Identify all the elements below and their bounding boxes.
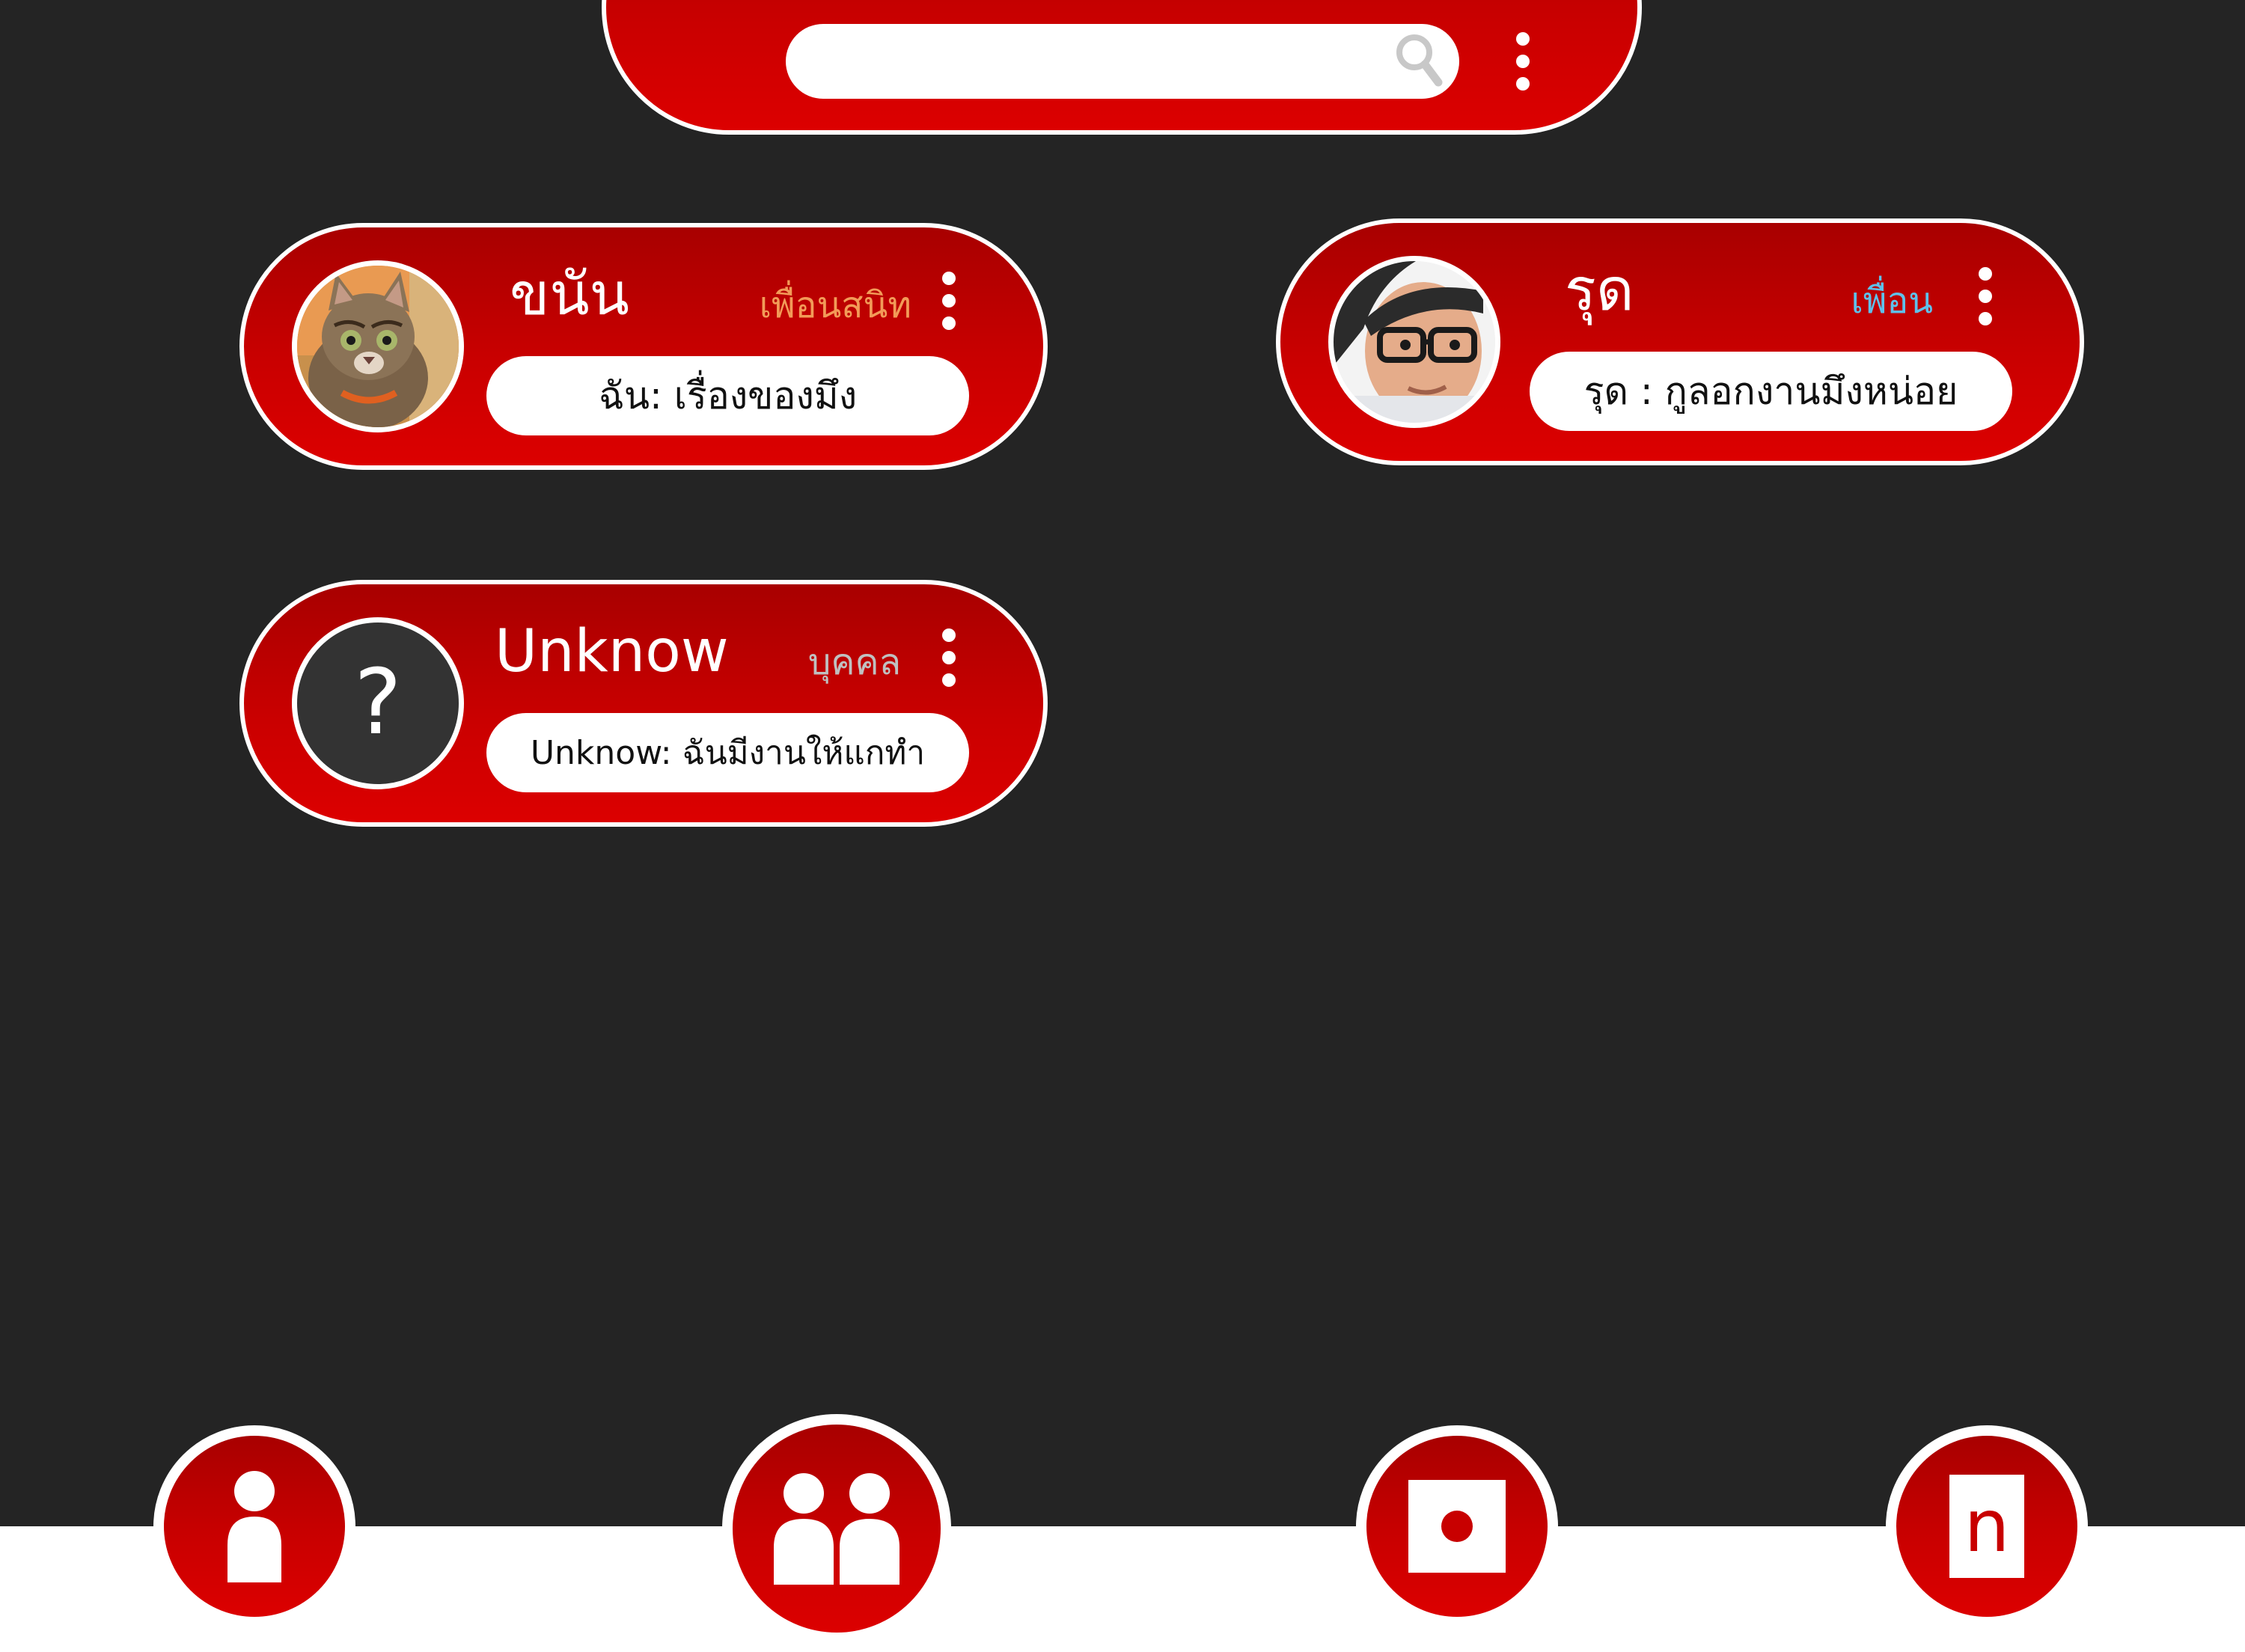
nav-groups-button[interactable] — [722, 1414, 951, 1643]
card-menu-kebab-icon[interactable] — [935, 269, 962, 332]
card-menu-kebab-icon[interactable] — [1972, 265, 1999, 328]
contact-name: ขนัน — [510, 261, 629, 328]
chat-card[interactable]: ? Unknow บุคคล Unknow: ฉันมีงานให้แกทำ — [239, 580, 1048, 827]
last-message-text: ฉัน: เรื่องของมึง — [598, 373, 858, 417]
avatar-cat-photo — [292, 260, 464, 432]
search-input[interactable] — [786, 24, 1459, 99]
top-menu-kebab-icon[interactable] — [1508, 30, 1538, 93]
chat-card[interactable]: ขนัน เพื่อนสนิท ฉัน: เรื่องของมึง — [239, 223, 1048, 470]
last-message-bubble: ฉัน: เรื่องของมึง — [486, 356, 969, 435]
contact-name: รุด — [1565, 257, 1634, 324]
contact-name: Unknow — [495, 618, 729, 685]
last-message-bubble: Unknow: ฉันมีงานให้แกทำ — [486, 713, 969, 792]
relationship-label: บุคคล — [807, 641, 901, 683]
nav-exit-button[interactable]: n — [1886, 1425, 2088, 1627]
relationship-label: เพื่อนสนิท — [759, 284, 911, 326]
search-icon[interactable] — [1392, 28, 1452, 96]
person-icon — [227, 1471, 281, 1582]
nav-rooms-button[interactable] — [1356, 1425, 1558, 1627]
nav-profile-button[interactable] — [153, 1425, 355, 1627]
avatar-person-photo — [1328, 256, 1500, 428]
card-menu-kebab-icon[interactable] — [935, 626, 962, 689]
last-message-text: Unknow: ฉันมีงานให้แกทำ — [530, 734, 926, 772]
avatar-question-mark: ? — [292, 617, 464, 789]
square-dot-icon — [1408, 1480, 1506, 1573]
chat-card[interactable]: รุด เพื่อน รุด : กูลอกงานมึงหน่อย — [1276, 218, 2084, 465]
door-icon: n — [1949, 1475, 2024, 1578]
group-icon — [774, 1473, 899, 1585]
last-message-text: รุด : กูลอกงานมึงหน่อย — [1583, 369, 1958, 413]
relationship-label: เพื่อน — [1851, 280, 1933, 322]
last-message-bubble: รุด : กูลอกงานมึงหน่อย — [1530, 352, 2012, 431]
door-icon-glyph: n — [1964, 1484, 2010, 1568]
question-mark-icon: ? — [354, 651, 402, 755]
